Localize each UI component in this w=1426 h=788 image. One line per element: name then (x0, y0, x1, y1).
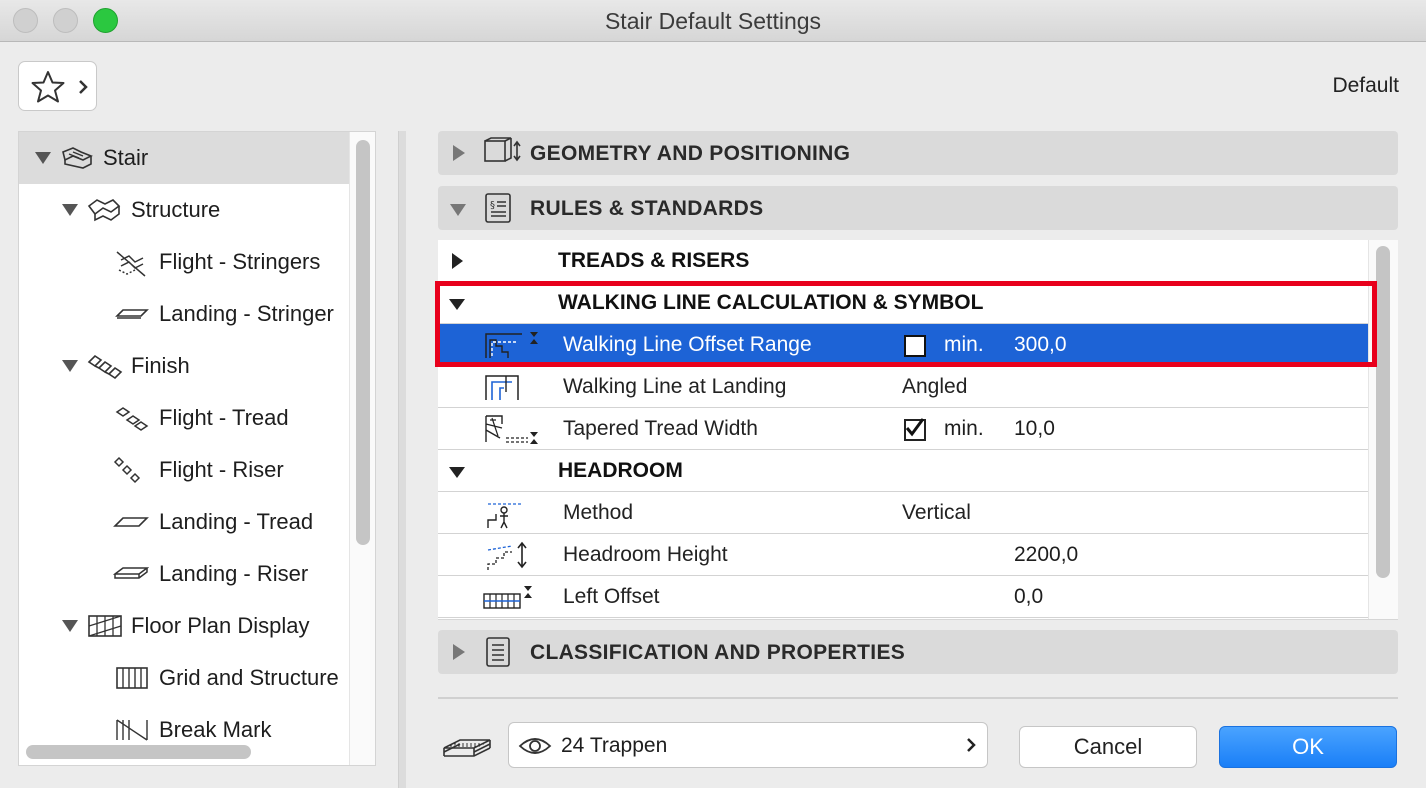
tree-item-floor-plan-display[interactable]: Floor Plan Display (19, 600, 349, 652)
disclosure-down-icon[interactable] (449, 467, 465, 478)
disclosure-down-icon[interactable] (62, 204, 78, 216)
subsection-walking-line[interactable]: WALKING LINE CALCULATION & SYMBOL (438, 282, 1368, 324)
tree-item-grid-structure[interactable]: Grid and Structure (19, 652, 349, 704)
section-rules-standards[interactable]: § RULES & STANDARDS (438, 186, 1398, 230)
svg-text:§: § (490, 200, 495, 211)
window-title: Stair Default Settings (604, 8, 822, 34)
walking-line-offset-range-row[interactable]: Walking Line Offset Range min. 300,0 (438, 324, 1368, 366)
tapered-tread-value[interactable]: 10,0 (1014, 417, 1055, 441)
landing-stringer-icon (115, 309, 149, 319)
walking-line-at-landing-row[interactable]: Walking Line at Landing Angled (438, 366, 1368, 408)
tree-horizontal-scrollbar[interactable] (26, 745, 251, 759)
classification-document-icon (486, 637, 510, 667)
title-bar: Stair Default Settings (0, 0, 1426, 42)
tree-item-landing-riser[interactable]: Landing - Riser (19, 548, 349, 600)
checkmark-icon (905, 418, 925, 437)
chevron-right-icon (967, 738, 976, 752)
subsection-treads-risers[interactable]: TREADS & RISERS (438, 240, 1368, 282)
tree-item-finish[interactable]: Finish (19, 340, 349, 392)
eye-icon (518, 738, 552, 754)
settings-tree: Stair Structure Flight - Stringers Landi… (18, 131, 376, 766)
flight-riser-icon (113, 456, 141, 484)
break-mark-icon (116, 719, 148, 741)
disclosure-right-icon[interactable] (452, 253, 463, 269)
headroom-method-icon (487, 503, 522, 529)
favorites-button[interactable] (18, 61, 97, 111)
landing-tread-icon (113, 517, 149, 527)
headroom-height-row[interactable]: Headroom Height 2200,0 (438, 534, 1368, 576)
tree-vertical-scrollbar[interactable] (356, 140, 370, 545)
geometry-icon (484, 137, 521, 162)
headroom-height-icon (487, 541, 527, 570)
walking-line-offset-icon (485, 332, 538, 358)
flight-stringers-icon (116, 251, 146, 277)
star-icon (31, 71, 65, 103)
offset-range-value[interactable]: 300,0 (1014, 333, 1067, 357)
section-classification-properties[interactable]: CLASSIFICATION AND PROPERTIES (438, 630, 1398, 674)
cancel-button[interactable]: Cancel (1019, 726, 1197, 768)
tree-item-flight-riser[interactable]: Flight - Riser (19, 444, 349, 496)
finish-icon (87, 354, 123, 380)
layers-icon (443, 739, 491, 757)
chevron-right-icon (79, 80, 88, 94)
layer-selector[interactable]: 24 Trappen (508, 722, 988, 768)
floor-plan-display-icon (88, 615, 122, 637)
tapered-tread-width-row[interactable]: Tapered Tread Width min. 10,0 (438, 408, 1368, 450)
disclosure-down-icon[interactable] (450, 204, 466, 216)
rules-document-icon: § (485, 193, 511, 223)
tree-item-landing-stringer[interactable]: Landing - Stringer (19, 288, 349, 340)
disclosure-down-icon[interactable] (62, 360, 78, 372)
disclosure-down-icon[interactable] (35, 152, 51, 164)
tree-item-structure[interactable]: Structure (19, 184, 349, 236)
tree-item-flight-stringers[interactable]: Flight - Stringers (19, 236, 349, 288)
tree-item-flight-tread[interactable]: Flight - Tread (19, 392, 349, 444)
flight-tread-icon (115, 407, 149, 431)
headroom-height-value[interactable]: 2200,0 (1014, 543, 1078, 567)
left-offset-icon (483, 586, 532, 609)
content-vertical-scrollbar[interactable] (1376, 246, 1390, 578)
walking-line-landing-value[interactable]: Angled (902, 375, 967, 399)
grid-structure-icon (116, 667, 148, 689)
headroom-method-row[interactable]: Method Vertical (438, 492, 1368, 534)
disclosure-down-icon[interactable] (62, 620, 78, 632)
offset-range-checkbox[interactable] (904, 335, 926, 357)
left-offset-value[interactable]: 0,0 (1014, 585, 1043, 609)
tree-item-stair[interactable]: Stair (19, 132, 349, 184)
structure-icon (87, 199, 121, 222)
headroom-method-value[interactable]: Vertical (902, 501, 971, 525)
left-offset-row[interactable]: Left Offset 0,0 (438, 576, 1368, 618)
default-label: Default (1332, 74, 1399, 97)
tapered-tread-icon (485, 415, 538, 444)
disclosure-down-icon[interactable] (449, 299, 465, 310)
disclosure-right-icon[interactable] (453, 644, 465, 660)
stair-icon (62, 147, 93, 169)
panel-splitter[interactable] (398, 131, 406, 788)
subsection-headroom[interactable]: HEADROOM (438, 450, 1368, 492)
disclosure-right-icon[interactable] (453, 145, 465, 161)
tree-item-landing-tread[interactable]: Landing - Tread (19, 496, 349, 548)
rules-content-panel: TREADS & RISERS WALKING LINE CALCULATION… (438, 240, 1398, 620)
landing-riser-icon (113, 567, 149, 579)
footer-separator (438, 697, 1398, 699)
section-geometry-positioning[interactable]: GEOMETRY AND POSITIONING (438, 131, 1398, 175)
ok-button[interactable]: OK (1219, 726, 1397, 768)
tapered-tread-checkbox[interactable] (904, 418, 926, 441)
walking-line-landing-icon (485, 375, 519, 400)
